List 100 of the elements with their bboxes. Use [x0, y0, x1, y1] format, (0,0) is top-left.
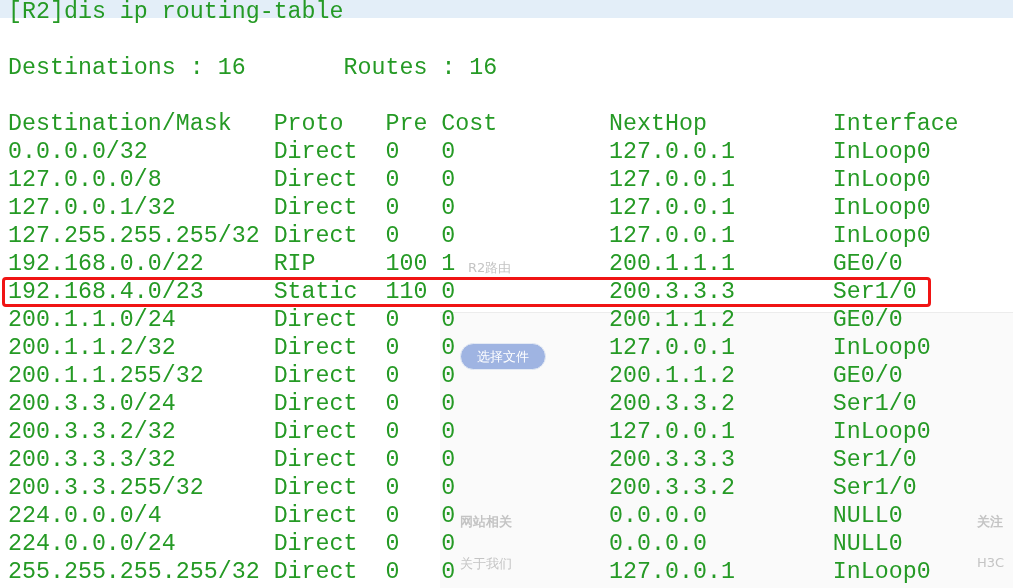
table-cell: 255.255.255.255/32: [8, 559, 260, 585]
table-cell: Direct: [273, 475, 358, 501]
table-cell: 0: [385, 195, 400, 221]
table-cell: 127.0.0.1: [609, 139, 735, 165]
table-cell: Ser1/0: [832, 475, 917, 501]
table-cell: InLoop0: [832, 559, 931, 585]
table-cell: Direct: [273, 307, 358, 333]
table-cell: InLoop0: [832, 335, 931, 361]
table-cell: 127.0.0.1/32: [8, 195, 176, 221]
table-cell: 200.3.3.3: [609, 279, 735, 305]
table-cell: 0: [441, 223, 456, 249]
table-cell: 200.1.1.2: [609, 307, 735, 333]
table-cell: 200.1.1.0/24: [8, 307, 176, 333]
table-cell: GE0/0: [832, 363, 903, 389]
table-cell: Direct: [273, 167, 358, 193]
table-cell: Ser1/0: [832, 279, 917, 305]
table-cell: 200.3.3.2: [609, 391, 735, 417]
table-cell: 0: [441, 447, 456, 473]
table-cell: 200.1.1.2/32: [8, 335, 176, 361]
table-cell: GE0/0: [832, 251, 903, 277]
table-cell: 0: [441, 363, 456, 389]
table-cell: 224.0.0.0/4: [8, 503, 162, 529]
table-cell: Direct: [273, 363, 358, 389]
table-cell: 0: [385, 559, 400, 585]
table-cell: 110: [385, 279, 428, 305]
table-cell: 0: [441, 531, 456, 557]
table-cell: 0: [385, 223, 400, 249]
table-cell: 0: [441, 167, 456, 193]
column-header: Destination/Mask: [8, 111, 232, 137]
table-cell: 200.1.1.2: [609, 363, 735, 389]
table-cell: 200.3.3.2: [609, 475, 735, 501]
table-cell: 0: [385, 447, 400, 473]
table-cell: 0: [441, 195, 456, 221]
destinations-count: Destinations : 16: [8, 54, 247, 82]
table-cell: 127.0.0.1: [609, 223, 735, 249]
table-cell: Direct: [273, 139, 358, 165]
table-cell: Direct: [273, 531, 358, 557]
table-cell: 200.1.1.1: [609, 251, 735, 277]
table-cell: 0: [385, 139, 400, 165]
table-cell: 1: [441, 251, 456, 277]
table-cell: 127.0.0.1: [609, 195, 735, 221]
table-cell: 127.255.255.255/32: [8, 223, 260, 249]
table-cell: 0: [441, 307, 456, 333]
table-cell: 0.0.0.0: [609, 503, 707, 529]
table-cell: 127.0.0.1: [609, 559, 735, 585]
table-cell: 0: [441, 279, 456, 305]
table-cell: 0: [441, 139, 456, 165]
table-cell: 0: [385, 335, 400, 361]
column-header: Interface: [832, 111, 959, 137]
table-cell: InLoop0: [832, 419, 931, 445]
table-cell: 192.168.0.0/22: [8, 251, 204, 277]
table-cell: 0: [385, 307, 400, 333]
table-cell: Direct: [273, 447, 358, 473]
table-cell: 127.0.0.1: [609, 167, 735, 193]
table-cell: 200.3.3.2/32: [8, 419, 176, 445]
table-cell: 0: [441, 475, 456, 501]
table-cell: RIP: [273, 251, 316, 277]
table-cell: 224.0.0.0/24: [8, 531, 176, 557]
table-cell: 0.0.0.0: [609, 531, 707, 557]
table-cell: 200.3.3.255/32: [8, 475, 204, 501]
table-cell: Direct: [273, 223, 358, 249]
table-cell: Static: [273, 279, 358, 305]
table-cell: Direct: [273, 335, 358, 361]
column-header: Proto: [273, 111, 344, 137]
table-cell: 200.3.3.3/32: [8, 447, 176, 473]
table-cell: Direct: [273, 419, 358, 445]
table-cell: 0: [385, 363, 400, 389]
table-cell: Direct: [273, 559, 358, 585]
table-cell: InLoop0: [832, 167, 931, 193]
table-cell: 127.0.0.1: [609, 419, 735, 445]
table-cell: InLoop0: [832, 223, 931, 249]
column-header: Pre: [385, 111, 428, 137]
table-cell: NULL0: [832, 503, 903, 529]
table-cell: InLoop0: [832, 195, 931, 221]
table-cell: 0: [441, 335, 456, 361]
column-header: NextHop: [609, 111, 707, 137]
table-cell: 0: [385, 391, 400, 417]
table-cell: Direct: [273, 503, 358, 529]
table-cell: 100: [385, 251, 428, 277]
table-cell: 0: [385, 419, 400, 445]
choose-file-button[interactable]: 选择文件: [460, 343, 546, 370]
table-cell: 200.3.3.0/24: [8, 391, 176, 417]
table-cell: 0: [385, 475, 400, 501]
section-label: R2路由: [468, 259, 512, 277]
table-cell: NULL0: [832, 531, 903, 557]
command-line: [R2]dis ip routing-table: [8, 0, 344, 26]
table-cell: 0: [385, 503, 400, 529]
table-cell: Ser1/0: [832, 447, 917, 473]
table-cell: 200.3.3.3: [609, 447, 735, 473]
table-cell: 192.168.4.0/23: [8, 279, 204, 305]
table-cell: 0: [441, 503, 456, 529]
table-cell: 200.1.1.255/32: [8, 363, 204, 389]
table-cell: 0: [441, 559, 456, 585]
table-cell: 127.0.0.0/8: [8, 167, 162, 193]
table-cell: 127.0.0.1: [609, 335, 735, 361]
table-cell: 0: [385, 531, 400, 557]
table-cell: 0: [441, 391, 456, 417]
table-cell: 0: [441, 419, 456, 445]
table-cell: Direct: [273, 391, 358, 417]
table-cell: 0: [385, 167, 400, 193]
